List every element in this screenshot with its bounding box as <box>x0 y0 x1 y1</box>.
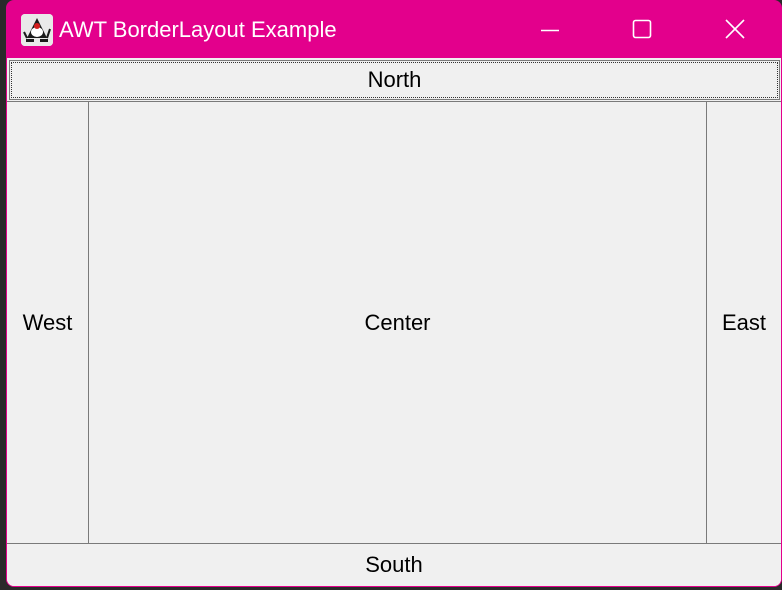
north-button[interactable]: North <box>9 60 780 100</box>
client-area: North West Center East South <box>7 58 781 586</box>
title-bar[interactable]: AWT BorderLayout Example <box>6 0 782 58</box>
close-button[interactable] <box>690 0 782 58</box>
east-label: East <box>721 309 767 335</box>
close-icon <box>725 19 745 39</box>
west-label: West <box>22 309 73 335</box>
java-duke-icon[interactable] <box>21 14 53 46</box>
center-label: Center <box>364 309 431 335</box>
maximize-button[interactable] <box>596 0 688 58</box>
window-title: AWT BorderLayout Example <box>59 17 337 42</box>
minimize-icon <box>541 29 559 32</box>
south-label: South <box>365 552 423 577</box>
west-button[interactable]: West <box>7 101 89 544</box>
north-label: North <box>367 67 422 92</box>
south-button[interactable]: South <box>7 543 781 586</box>
east-button[interactable]: East <box>706 101 781 544</box>
minimize-button[interactable] <box>504 0 596 58</box>
app-window: AWT BorderLayout Example North West Cent… <box>6 0 782 587</box>
center-button[interactable]: Center <box>88 101 707 544</box>
maximize-icon <box>632 19 652 39</box>
